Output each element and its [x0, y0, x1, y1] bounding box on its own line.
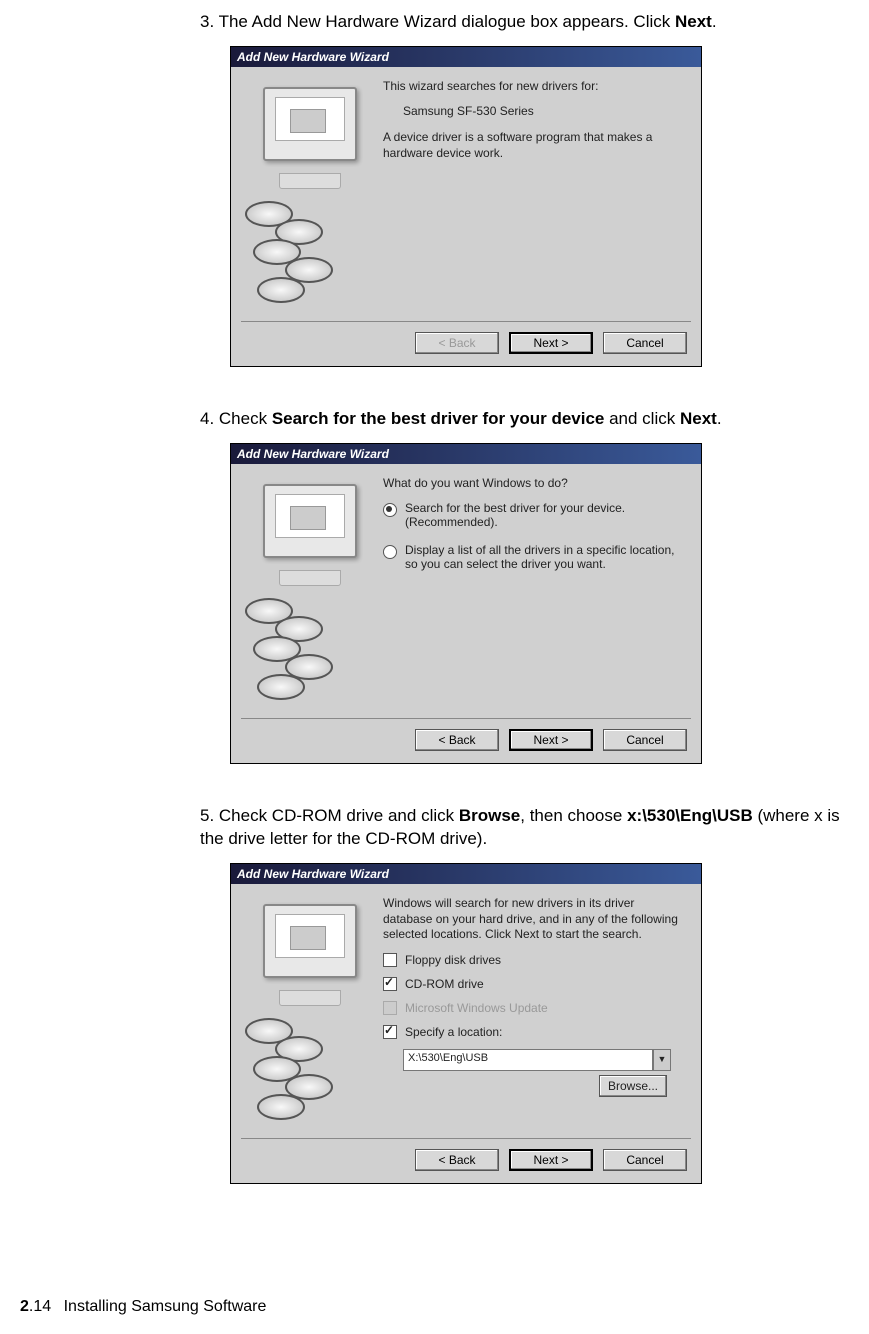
check-cdrom[interactable]: CD-ROM drive — [383, 977, 687, 991]
dialog-3: Add New Hardware Wizard Windows will sea… — [230, 863, 702, 1184]
dialog-1-line1: This wizard searches for new drivers for… — [383, 79, 687, 95]
checkbox-icon — [383, 977, 397, 991]
dialog-1: Add New Hardware Wizard This wizard sear… — [230, 46, 702, 367]
dialog-1-title: Add New Hardware Wizard — [231, 47, 701, 67]
radio-display-list[interactable]: Display a list of all the drivers in a s… — [383, 543, 687, 571]
checkbox-icon — [383, 953, 397, 967]
step-5-text: 5. Check CD-ROM drive and click Browse, … — [200, 804, 849, 852]
next-button[interactable]: Next > — [509, 1149, 593, 1171]
check-windows-update: Microsoft Windows Update — [383, 1001, 687, 1015]
cancel-button[interactable]: Cancel — [603, 332, 687, 354]
dialog-2: Add New Hardware Wizard What do you want… — [230, 443, 702, 764]
cancel-button[interactable]: Cancel — [603, 1149, 687, 1171]
dialog-3-intro: Windows will search for new drivers in i… — [383, 896, 687, 943]
next-button[interactable]: Next > — [509, 729, 593, 751]
back-button[interactable]: < Back — [415, 1149, 499, 1171]
checkbox-icon — [383, 1025, 397, 1039]
dialog-1-line3: A device driver is a software program th… — [383, 130, 687, 161]
dialog-1-line2: Samsung SF-530 Series — [403, 104, 687, 120]
dropdown-icon[interactable]: ▼ — [653, 1049, 671, 1071]
wizard-graphic — [245, 896, 375, 1128]
dialog-2-question: What do you want Windows to do? — [383, 476, 687, 492]
radio-icon — [383, 503, 397, 517]
page-footer: 2.14 Installing Samsung Software — [20, 1298, 266, 1316]
radio-icon — [383, 545, 397, 559]
cancel-button[interactable]: Cancel — [603, 729, 687, 751]
step-4-text: 4. Check Search for the best driver for … — [200, 407, 849, 431]
wizard-graphic — [245, 476, 375, 708]
check-floppy[interactable]: Floppy disk drives — [383, 953, 687, 967]
wizard-graphic — [245, 79, 375, 311]
back-button[interactable]: < Back — [415, 729, 499, 751]
check-specify-location[interactable]: Specify a location: — [383, 1025, 687, 1039]
dialog-3-title: Add New Hardware Wizard — [231, 864, 701, 884]
checkbox-icon — [383, 1001, 397, 1015]
location-field[interactable]: X:\530\Eng\USB — [403, 1049, 653, 1071]
radio-search-best[interactable]: Search for the best driver for your devi… — [383, 501, 687, 529]
dialog-2-title: Add New Hardware Wizard — [231, 444, 701, 464]
back-button[interactable]: < Back — [415, 332, 499, 354]
browse-button[interactable]: Browse... — [599, 1075, 667, 1097]
next-button[interactable]: Next > — [509, 332, 593, 354]
step-3-text: 3. The Add New Hardware Wizard dialogue … — [200, 10, 849, 34]
